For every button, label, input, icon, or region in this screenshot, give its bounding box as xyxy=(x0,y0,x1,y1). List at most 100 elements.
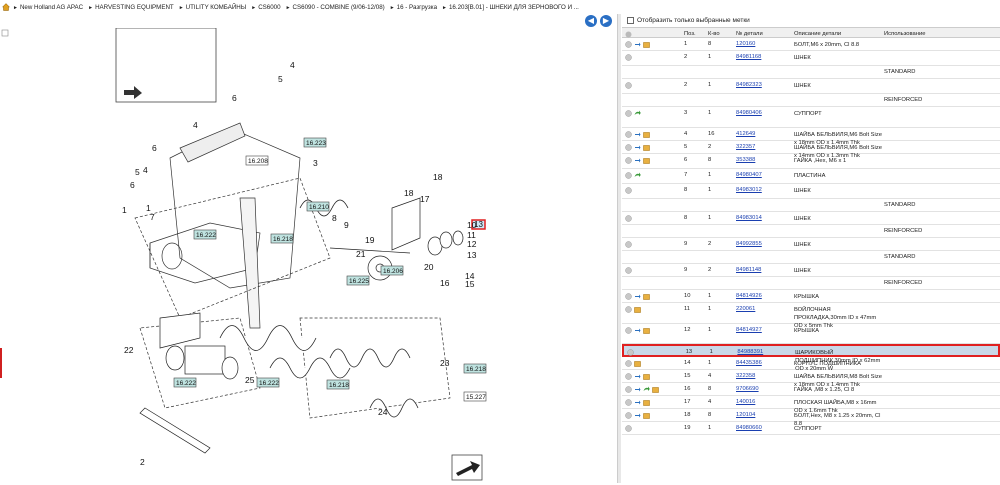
exploded-parts-diagram[interactable]: 16.208 16.223 16.210 16.222 16.218 16.206 16.2… xyxy=(0,27,612,483)
row-part-number[interactable]: 84981148 xyxy=(736,264,794,273)
breadcrumb-item[interactable]: ► 16 - Разгрузка xyxy=(390,4,437,11)
part-number-link[interactable]: 322358 xyxy=(736,373,755,379)
info-icon[interactable] xyxy=(625,172,632,179)
swap-icon[interactable] xyxy=(634,412,641,419)
info-icon[interactable] xyxy=(627,349,634,356)
callout-label[interactable]: 16.225 xyxy=(346,275,370,286)
swap-icon[interactable] xyxy=(634,41,641,48)
table-row[interactable]: 12 1 84814927 КРЫШКА xyxy=(622,324,1000,344)
table-row[interactable]: 5 2 322357 ШАЙБА БЕЛЬВИЛЯ,M6 Bolt Size x… xyxy=(622,141,1000,159)
row-part-number[interactable]: 120160 xyxy=(736,38,794,47)
prev-page-button[interactable]: ◀ xyxy=(585,15,597,27)
table-row[interactable]: 18 8 120104 БОЛТ,Hex, M8 x 1.25 x 20mm, … xyxy=(622,409,1000,427)
callout-label[interactable]: 15.227 xyxy=(463,391,487,402)
row-part-number[interactable]: 9706690 xyxy=(736,383,794,392)
info-icon[interactable] xyxy=(625,41,632,48)
row-part-number[interactable]: 84814926 xyxy=(736,290,794,299)
part-number-link[interactable]: 84981148 xyxy=(736,267,761,273)
show-selected-only-checkbox[interactable] xyxy=(627,17,634,24)
breadcrumb-item[interactable]: ► UTILITY КОМБАЙНЫ xyxy=(179,4,247,11)
info-icon[interactable] xyxy=(625,373,632,380)
info-icon[interactable] xyxy=(625,187,632,194)
callout-label[interactable]: 16.218 xyxy=(463,363,487,374)
table-row[interactable]: 16 8 9706690 ГАЙКА ,M8 x 1.25, Cl 8 xyxy=(622,383,1000,396)
table-row[interactable]: 11 1 220061 ВОЙЛОЧНАЯ ПРОКЛАДКА,30mm ID … xyxy=(622,303,1000,329)
info-icon[interactable] xyxy=(625,425,632,432)
callout-label[interactable]: 16.206 xyxy=(380,265,404,276)
info-icon[interactable] xyxy=(625,241,632,248)
part-number-link[interactable]: 84992855 xyxy=(736,241,762,247)
breadcrumb-item[interactable]: ► 16.203[B.01] - ШНЕКИ ДЛЯ ЗЕРНОВОГО И ..… xyxy=(442,4,579,11)
table-row[interactable]: 10 1 84814926 КРЫШКА xyxy=(622,290,1000,303)
row-part-number[interactable]: 84983014 xyxy=(736,212,794,221)
callout-label[interactable]: 16.223 xyxy=(303,137,327,148)
part-number-link[interactable]: 84980407 xyxy=(736,172,762,178)
part-number-link[interactable]: 353388 xyxy=(736,157,755,163)
breadcrumb-item[interactable]: ► CS6090 - COMBINE (9/06-12/08) xyxy=(286,4,385,11)
info-icon[interactable] xyxy=(625,54,632,61)
col-qty[interactable]: К-во xyxy=(706,28,736,37)
settings-icon[interactable] xyxy=(625,31,632,38)
callout-label[interactable]: 16.210 xyxy=(306,201,330,212)
part-number-link[interactable]: 412649 xyxy=(736,131,755,137)
part-number-link[interactable]: 84980660 xyxy=(736,425,762,431)
swap-icon[interactable] xyxy=(634,373,641,380)
row-part-number[interactable]: 120104 xyxy=(736,409,794,418)
breadcrumb-item[interactable]: ► HARVESTING EQUIPMENT xyxy=(88,4,174,11)
swap-icon[interactable] xyxy=(634,399,641,406)
zoom-icon[interactable] xyxy=(1,29,9,37)
box-icon[interactable] xyxy=(643,373,650,380)
callout-label[interactable]: 16.208 xyxy=(245,155,269,166)
table-row[interactable]: 13 1 84988391 ШАРИКОВЫЙ ПОДШИПНИК,30mm I… xyxy=(622,344,1000,372)
callout-label[interactable]: 16.222 xyxy=(256,377,280,388)
part-number-link[interactable]: 84983014 xyxy=(736,215,762,221)
row-part-number[interactable]: 84988391 xyxy=(737,346,795,355)
row-part-number[interactable]: 84983012 xyxy=(736,184,794,193)
breadcrumb-item[interactable]: ► CS6000 xyxy=(251,4,280,11)
part-number-link[interactable]: 84814926 xyxy=(736,293,762,299)
swap-icon[interactable] xyxy=(634,144,641,151)
row-part-number[interactable]: 140016 xyxy=(736,396,794,405)
box-icon[interactable] xyxy=(643,41,650,48)
part-number-link[interactable]: 120104 xyxy=(736,412,755,418)
info-icon[interactable] xyxy=(625,215,632,222)
info-icon[interactable] xyxy=(625,82,632,89)
col-description[interactable]: Описание детали xyxy=(794,27,884,38)
row-part-number[interactable]: 84435386 xyxy=(736,357,794,366)
box-icon[interactable] xyxy=(643,327,650,334)
callout-label[interactable]: 16.218 xyxy=(270,233,294,244)
table-row[interactable]: 4 16 412649 ШАЙБА БЕЛЬВИЛЯ,M6 Bolt Size … xyxy=(622,128,1000,146)
box-icon[interactable] xyxy=(643,399,650,406)
table-row[interactable]: 8 1 84983014 ШНЕК xyxy=(622,212,1000,225)
exit-arrow-icon[interactable] xyxy=(451,454,483,481)
callout-label[interactable]: 16.218 xyxy=(326,379,350,390)
info-icon[interactable] xyxy=(625,157,632,164)
row-part-number[interactable]: 84980407 xyxy=(736,169,794,178)
box-icon[interactable] xyxy=(643,131,650,138)
row-part-number[interactable]: 353388 xyxy=(736,154,794,163)
part-number-link[interactable]: 84980406 xyxy=(736,110,762,116)
info-icon[interactable] xyxy=(625,293,632,300)
info-icon[interactable] xyxy=(625,267,632,274)
row-part-number[interactable]: 322357 xyxy=(736,141,794,150)
part-number-link[interactable]: 84435386 xyxy=(736,360,762,366)
part-number-link[interactable]: 84981168 xyxy=(736,54,761,60)
table-row[interactable]: 9 2 84981148 ШНЕК xyxy=(622,264,1000,277)
info-icon[interactable] xyxy=(625,399,632,406)
table-row[interactable]: 6 8 353388 ГАЙКА ,Hex, M6 x 1 xyxy=(622,154,1000,169)
part-number-link[interactable]: 322357 xyxy=(736,144,755,150)
table-row[interactable]: 19 1 84980660 СУППОРТ xyxy=(622,422,1000,435)
swap-icon[interactable] xyxy=(634,327,641,334)
col-usage[interactable]: Использование xyxy=(884,28,998,37)
part-number-link[interactable]: 9706690 xyxy=(736,386,759,392)
table-row[interactable]: 3 1 84980406 СУППОРТ xyxy=(622,107,1000,128)
next-page-button[interactable]: ▶ xyxy=(600,15,612,27)
table-row[interactable]: 7 1 84980407 ПЛАСТИНА xyxy=(622,169,1000,184)
table-row[interactable]: 15 4 322358 ШАЙБА БЕЛЬВИЛЯ,M8 Bolt Size … xyxy=(622,370,1000,388)
panel-splitter[interactable] xyxy=(617,14,621,483)
info-icon[interactable] xyxy=(625,386,632,393)
info-icon[interactable] xyxy=(625,306,632,313)
table-row[interactable]: 1 8 120160 БОЛТ,M6 x 20mm, Cl 8.8 xyxy=(622,38,1000,51)
part-number-link[interactable]: 84814927 xyxy=(736,327,762,333)
table-row[interactable]: 2 1 84982323 ШНЕК xyxy=(622,79,1000,94)
